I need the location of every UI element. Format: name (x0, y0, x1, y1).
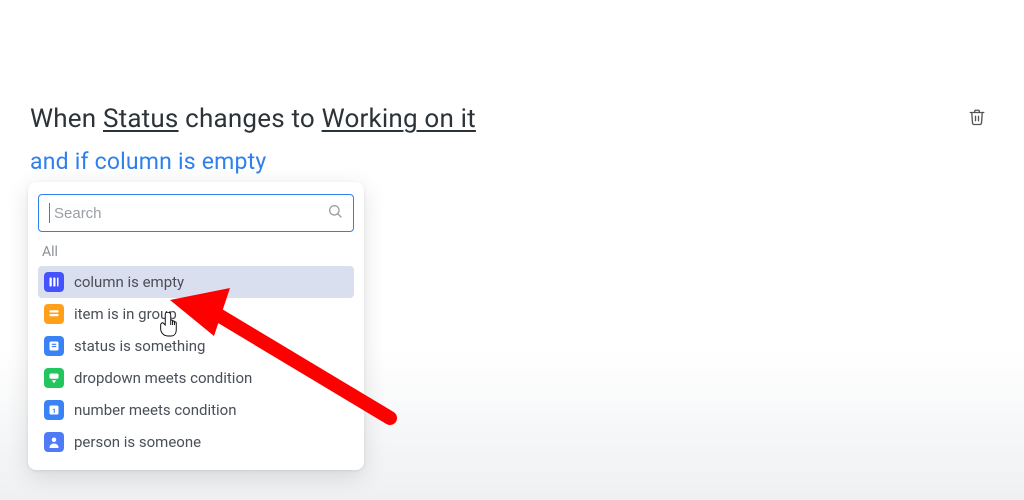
status-value-token[interactable]: Working on it (322, 104, 476, 134)
option-label: item is in group (74, 305, 177, 323)
sentence-prefix: When (30, 104, 103, 134)
sentence-middle: changes to (179, 104, 322, 134)
condition-dropdown-panel: All column is empty item is in group statu… (28, 182, 364, 470)
item-icon (44, 304, 64, 324)
dropdown-icon (44, 368, 64, 388)
person-icon (44, 432, 64, 452)
svg-text:1: 1 (52, 407, 56, 415)
condition-option[interactable]: 1 number meets condition (38, 394, 354, 426)
option-label: status is something (74, 337, 205, 355)
search-icon (327, 203, 343, 223)
automation-sentence: When Status changes to Working on it (30, 104, 476, 134)
option-label: column is empty (74, 273, 184, 291)
condition-option-list: column is empty item is in group status is… (38, 266, 354, 458)
condition-option[interactable]: dropdown meets condition (38, 362, 354, 394)
number-icon: 1 (44, 400, 64, 420)
option-label: dropdown meets condition (74, 369, 252, 387)
search-input[interactable] (52, 204, 327, 223)
search-input-wrapper[interactable] (38, 194, 354, 232)
automation-editor-canvas: When Status changes to Working on it and… (0, 0, 1024, 500)
option-label: person is someone (74, 433, 201, 451)
column-icon (44, 272, 64, 292)
status-column-token[interactable]: Status (103, 104, 179, 134)
condition-option[interactable]: person is someone (38, 426, 354, 458)
condition-option[interactable]: status is something (38, 330, 354, 362)
status-icon (44, 336, 64, 356)
option-label: number meets condition (74, 401, 237, 419)
secondary-condition-phrase[interactable]: and if column is empty (30, 148, 266, 175)
condition-option[interactable]: column is empty (38, 266, 354, 298)
trash-icon (968, 108, 986, 130)
condition-option[interactable]: item is in group (38, 298, 354, 330)
section-label-all: All (42, 244, 350, 260)
text-cursor (49, 203, 50, 223)
delete-automation-button[interactable] (966, 108, 988, 130)
